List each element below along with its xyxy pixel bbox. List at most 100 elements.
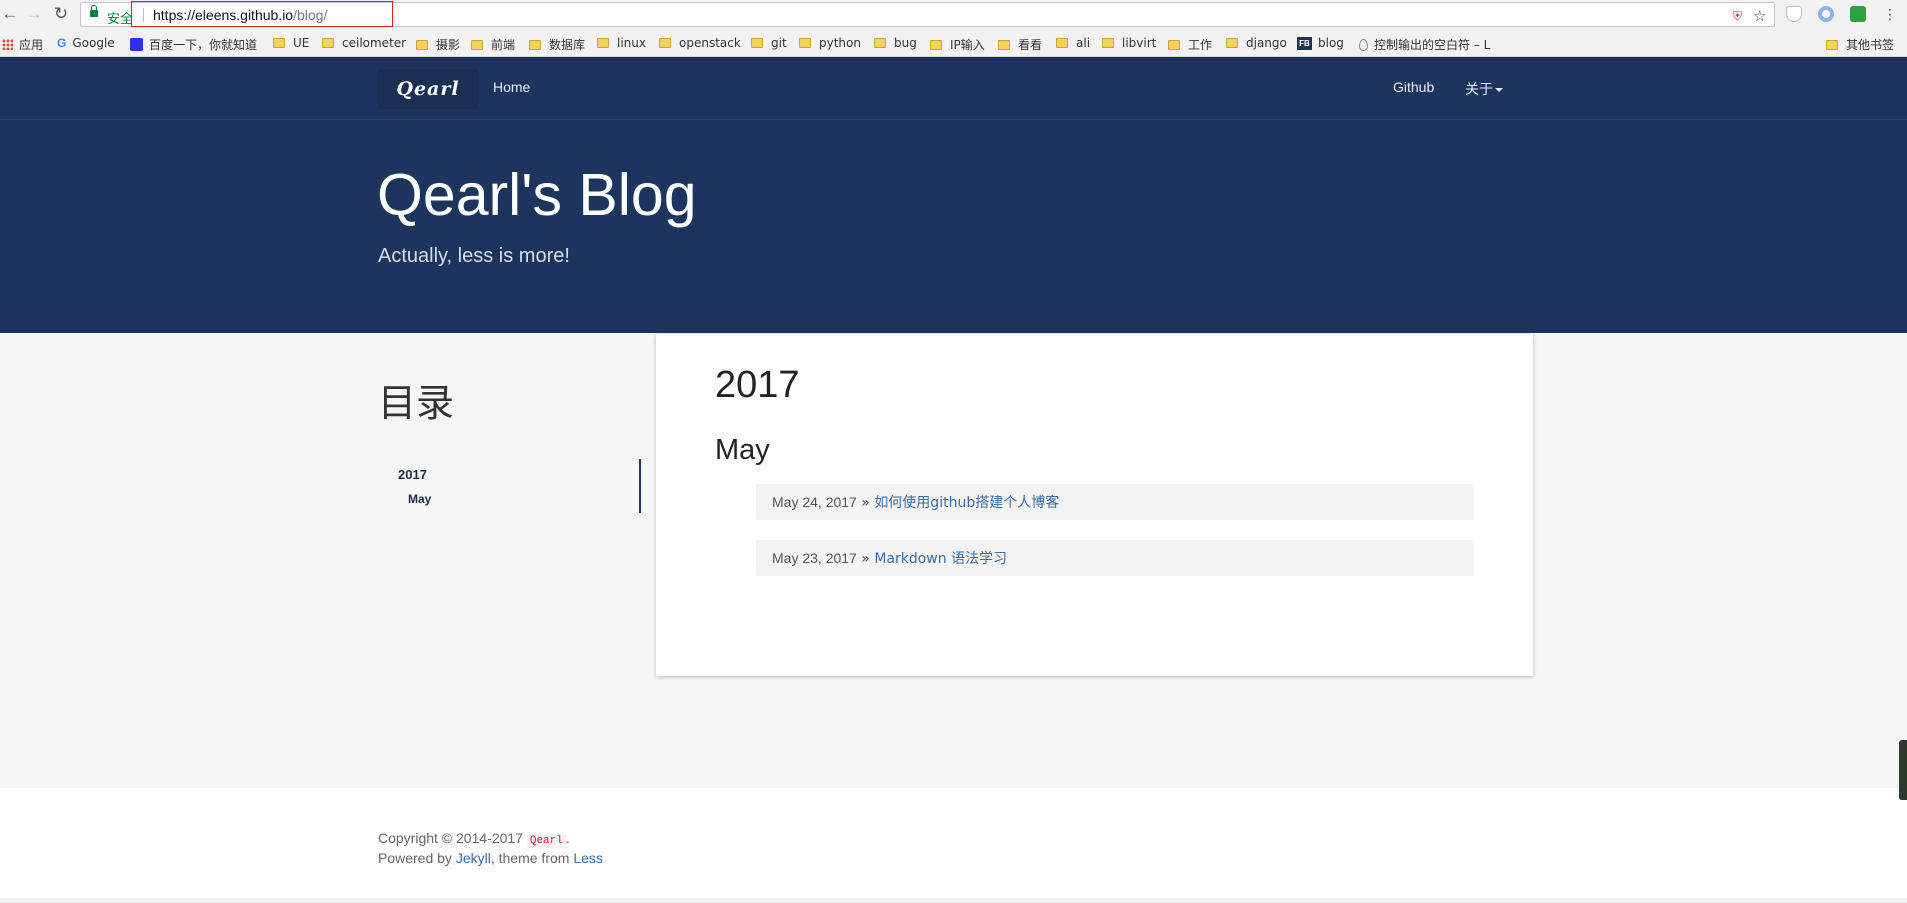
bookmark-folder[interactable]: linux [597,36,646,50]
footer-copyright: Copyright © 2014-2017 Qearl. [378,830,570,848]
folder-icon [416,39,428,50]
bookmark-label: UE [293,36,310,50]
bookmark-label: blog [1318,36,1344,50]
folder-icon [930,39,942,50]
green-extension-icon[interactable] [1850,6,1866,22]
folder-icon [1168,39,1180,50]
folder-icon [471,39,483,50]
toc-item-month[interactable]: May [408,492,431,506]
circle-extension-icon[interactable] [1818,6,1834,22]
folder-icon [659,38,671,48]
less-link[interactable]: Less [573,850,603,866]
bookmark-folder[interactable]: ceilometer [322,36,406,50]
bookmark-folder[interactable]: 摄影 [416,36,460,53]
post-list-item: May 23, 2017 » Markdown 语法学习 [756,540,1474,576]
bookmark-star-icon[interactable]: ☆ [1753,7,1766,25]
powered-text: Powered by [378,850,456,866]
archive-card: 2017 May May 24, 2017 » 如何使用github搭建个人博客… [656,334,1533,676]
footer-powered: Powered by Jekyll, theme from Less [378,850,603,866]
bookmark-folder[interactable]: 看看 [998,36,1042,53]
folder-icon [1056,38,1068,48]
bookmark-label: 工作 [1188,38,1213,52]
nav-home-link[interactable]: Home [493,79,530,95]
bookmark-folder[interactable]: 工作 [1168,36,1212,53]
bookmark-folder[interactable]: IP输入 [930,36,985,53]
bookmark-label: python [819,36,861,50]
folder-icon [1226,38,1238,48]
bookmark-baidu[interactable]: 百度一下，你就知道 [130,36,257,53]
toc-title: 目录 [378,381,455,425]
bookmark-label: 摄影 [436,38,461,52]
reload-icon[interactable]: ↻ [51,4,71,24]
post-separator: » [856,495,875,511]
toc-item-year[interactable]: 2017 [398,467,427,482]
archive-month-heading: May [715,434,770,466]
folder-icon [322,38,334,48]
bookmark-blog[interactable]: FB blog [1297,36,1344,50]
bookmark-other[interactable]: 其他书签 [1826,36,1894,53]
apps-grid-icon [2,39,13,50]
blog-title: Qearl's Blog [377,162,697,228]
bookmark-folder[interactable]: openstack [659,36,741,50]
bookmark-label: git [771,36,787,50]
bookmark-label: ceilometer [342,36,407,50]
folder-icon [998,39,1010,50]
bookmark-whitespace[interactable]: 控制输出的空白符 – L [1359,36,1490,53]
navbar-divider [0,119,1907,120]
theme-text: , theme from [490,850,574,866]
bookmark-label: 数据库 [549,38,586,52]
bookmark-folder[interactable]: libvirt [1102,36,1156,50]
shield-icon[interactable]: ⛨ [1733,9,1742,24]
site-footer: Copyright © 2014-2017 Qearl. Powered by … [0,788,1907,898]
nav-github-link[interactable]: Github [1393,79,1434,95]
folder-icon [597,38,609,48]
bookmark-label: 前端 [491,38,516,52]
nav-about-dropdown[interactable]: 关于 [1465,79,1503,99]
bookmark-folder[interactable]: bug [874,36,917,50]
post-separator: » [856,551,875,567]
folder-icon [273,38,285,48]
post-link[interactable]: Markdown 语法学习 [874,551,1007,567]
folder-icon [874,38,886,48]
fb-icon: FB [1297,36,1312,50]
bookmarks-bar: 应用 G Google 百度一下，你就知道 UE ceilometer 摄影 前端… [0,29,1907,57]
bookmark-folder[interactable]: ali [1056,36,1090,50]
toc-nav: 2017 May [378,459,641,513]
pocket-extension-icon[interactable] [1786,6,1802,22]
bookmark-folder[interactable]: git [751,36,787,50]
back-arrow-icon[interactable]: ← [0,4,20,24]
bookmark-folder[interactable]: 数据库 [529,36,585,53]
bookmark-folder[interactable]: django [1226,36,1287,50]
archive-year-heading: 2017 [715,364,800,406]
bookmark-folder[interactable]: UE [273,36,309,50]
bookmark-google[interactable]: G Google [57,36,115,50]
bookmark-label: Google [72,36,115,50]
bookmark-label: openstack [679,36,741,50]
bookmark-label: 控制输出的空白符 – L [1374,38,1491,52]
bookmark-label: libvirt [1122,36,1157,50]
brand-logo[interactable]: Qearl [378,69,478,109]
folder-icon [751,38,763,48]
bookmark-apps[interactable]: 应用 [2,36,43,53]
bookmark-label: IP输入 [950,38,985,52]
bookmark-label: ali [1076,36,1091,50]
secure-label: 安全 [107,11,134,26]
post-date: May 23, 2017 [772,550,857,566]
bookmark-label: linux [617,36,646,50]
caret-down-icon [1495,88,1503,93]
forward-arrow-icon[interactable]: → [24,4,44,24]
browser-toolbar: ← → ↻ 安全 https://eleens.github.io/blog/ … [0,0,1907,29]
folder-icon [529,39,541,50]
drop-icon [1359,38,1368,51]
blog-subtitle: Actually, less is more! [378,245,570,267]
bookmark-label: bug [894,36,917,50]
url-highlight-box [131,1,393,27]
bookmark-folder[interactable]: 前端 [471,36,515,53]
nav-about-label: 关于 [1465,81,1493,97]
side-dock-widget[interactable] [1899,740,1907,800]
menu-kebab-icon[interactable]: ⋮ [1880,4,1900,24]
bookmark-label: 应用 [19,38,44,52]
post-link[interactable]: 如何使用github搭建个人博客 [874,495,1059,511]
jekyll-link[interactable]: Jekyll [456,850,491,866]
bookmark-folder[interactable]: python [799,36,861,50]
